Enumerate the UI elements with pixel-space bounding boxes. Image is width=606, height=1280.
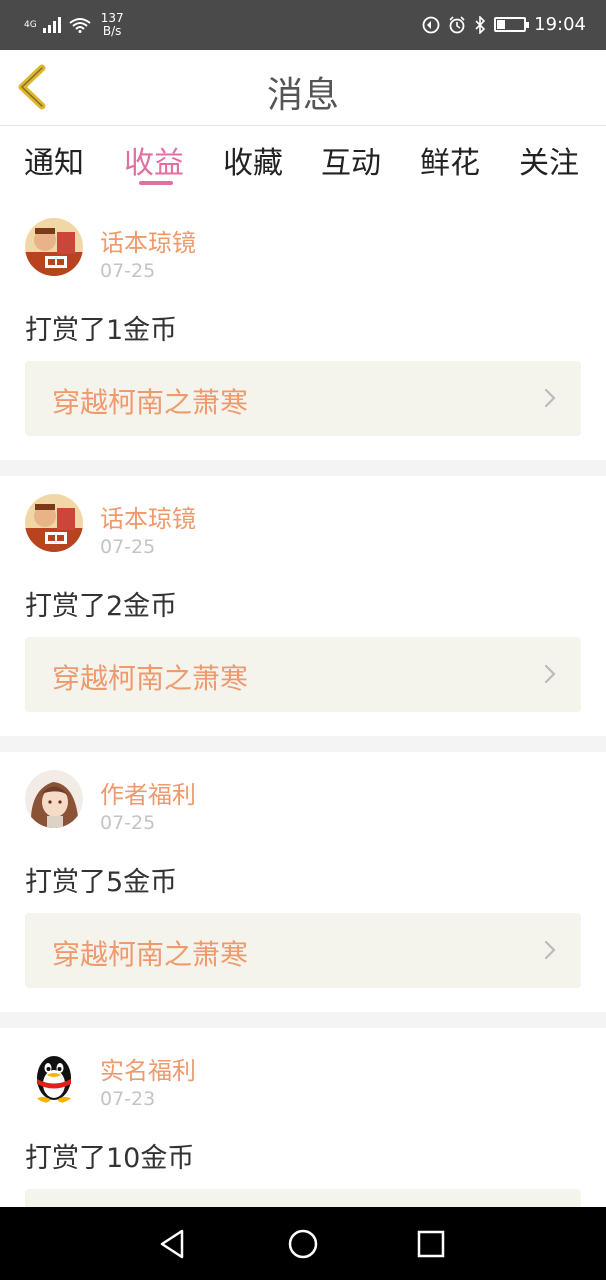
message-date: 07-25 — [100, 812, 156, 834]
message-text: 打赏了5金币 — [25, 867, 178, 898]
tab-flowers[interactable]: 鲜花 — [420, 138, 480, 182]
sender-avatar[interactable] — [25, 218, 83, 276]
nav-back-icon[interactable] — [152, 1223, 194, 1265]
clock: 19:04 — [534, 14, 586, 35]
network-speed: 137 B/s — [100, 11, 124, 38]
message-list: 话本琼镜 07-25 打赏了1金币 穿越柯南之萧寒 话本琼镜 07-25 打赏了… — [0, 200, 606, 1280]
sender-avatar[interactable] — [25, 494, 83, 552]
book-link[interactable]: 穿越柯南之萧寒 — [25, 361, 581, 436]
page-title: 消息 — [266, 75, 339, 116]
message-card: 作者福利 07-25 打赏了5金币 穿越柯南之萧寒 — [0, 752, 606, 1012]
message-card: 话本琼镜 07-25 打赏了1金币 穿越柯南之萧寒 — [0, 200, 606, 460]
chevron-right-icon — [544, 940, 556, 960]
message-text: 打赏了2金币 — [25, 591, 178, 622]
status-bar: 4G 137 B/s 19:04 — [0, 0, 606, 50]
app-header: 消息 — [0, 50, 606, 126]
tab-notifications[interactable]: 通知 — [24, 138, 84, 182]
avatar-illustration-icon — [25, 494, 83, 552]
nav-home-icon[interactable] — [282, 1223, 324, 1265]
card-divider — [0, 1012, 606, 1028]
book-link[interactable]: 穿越柯南之萧寒 — [25, 637, 581, 712]
message-date: 07-23 — [100, 1088, 156, 1110]
sender-name[interactable]: 话本琼镜 — [100, 499, 196, 534]
avatar-illustration-icon — [25, 218, 83, 276]
message-date: 07-25 — [100, 260, 156, 282]
qq-penguin-icon — [36, 1056, 72, 1103]
alarm-icon — [449, 15, 465, 33]
tab-earnings[interactable]: 收益 — [124, 138, 184, 182]
battery-icon — [494, 17, 530, 32]
tab-favorites[interactable]: 收藏 — [223, 138, 283, 182]
wifi-icon — [69, 18, 91, 33]
sender-avatar[interactable] — [25, 770, 83, 828]
sender-name[interactable]: 实名福利 — [100, 1051, 196, 1086]
bluetooth-icon — [475, 15, 486, 34]
data-saver-icon — [422, 16, 440, 33]
book-link[interactable]: 穿越柯南之萧寒 — [25, 913, 581, 988]
message-card: 话本琼镜 07-25 打赏了2金币 穿越柯南之萧寒 — [0, 476, 606, 736]
book-title: 穿越柯南之萧寒 — [52, 938, 249, 971]
card-divider — [0, 736, 606, 752]
avatar-anime-girl-icon — [25, 770, 83, 828]
nav-recents-icon[interactable] — [410, 1223, 452, 1265]
tab-interactions[interactable]: 互动 — [321, 138, 381, 182]
book-title: 穿越柯南之萧寒 — [52, 386, 249, 419]
message-text: 打赏了10金币 — [25, 1143, 195, 1174]
card-divider — [0, 460, 606, 476]
chevron-right-icon — [544, 664, 556, 684]
message-date: 07-25 — [100, 536, 156, 558]
tab-following[interactable]: 关注 — [519, 138, 579, 182]
active-tab-indicator — [139, 181, 173, 185]
sender-name[interactable]: 作者福利 — [100, 775, 196, 810]
system-nav-bar — [0, 1207, 606, 1280]
book-title: 穿越柯南之萧寒 — [52, 662, 249, 695]
sender-avatar[interactable] — [25, 1046, 83, 1104]
chevron-right-icon — [544, 388, 556, 408]
tab-bar: 通知 收益 收藏 互动 鲜花 关注 — [0, 126, 606, 200]
network-type: 4G — [24, 20, 37, 30]
message-text: 打赏了1金币 — [25, 315, 178, 346]
sender-name[interactable]: 话本琼镜 — [100, 223, 196, 258]
signal-icon — [42, 17, 61, 33]
